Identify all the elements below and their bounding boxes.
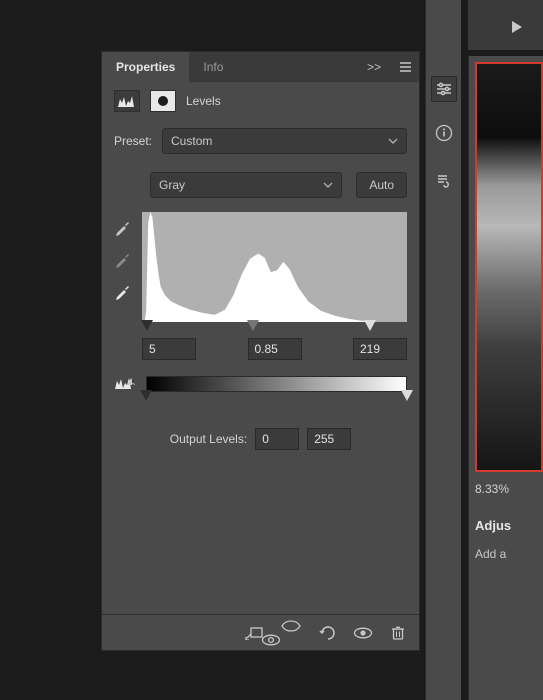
panel-footer [102, 614, 419, 650]
input-levels-row: 5 0.85 219 [142, 338, 407, 360]
output-section [114, 376, 407, 404]
layer-mask-icon[interactable] [150, 90, 176, 112]
output-low-input[interactable]: 0 [255, 428, 299, 450]
channel-row: Gray Auto [114, 172, 407, 198]
tool-header [468, 0, 543, 50]
output-high-marker[interactable] [401, 390, 413, 401]
zoom-level: 8.33% [475, 482, 543, 496]
panel-tabbar: Properties Info >> [102, 52, 419, 82]
clone-stamp-icon[interactable] [431, 168, 457, 194]
histogram-column: 5 0.85 219 [142, 212, 407, 360]
reset-icon[interactable] [319, 626, 335, 640]
eyedropper-black-icon[interactable] [114, 218, 132, 236]
auto-button[interactable]: Auto [356, 172, 407, 198]
clip-warning-icon[interactable] [114, 376, 136, 394]
panel-content: Levels Preset: Custom Gray Auto [102, 82, 419, 614]
output-low-marker[interactable] [140, 390, 152, 401]
image-strip: 8.33% Adjus Add a [468, 56, 543, 700]
preset-value: Custom [171, 134, 212, 148]
add-adjustment-label: Add a [475, 547, 543, 561]
highlight-marker[interactable] [364, 320, 376, 331]
visibility-icon[interactable] [353, 626, 373, 640]
histogram-section: 5 0.85 219 [114, 212, 407, 360]
shadow-marker[interactable] [141, 320, 153, 331]
input-slider[interactable] [142, 320, 407, 334]
shadow-input[interactable]: 5 [142, 338, 196, 360]
highlight-input[interactable]: 219 [353, 338, 407, 360]
eyedropper-gray-icon[interactable] [114, 250, 132, 268]
properties-panel: Properties Info >> Levels Preset: Custom [101, 51, 420, 651]
panel-menu-icon[interactable] [389, 61, 419, 73]
midtone-marker[interactable] [247, 320, 259, 331]
adjustments-icon[interactable] [431, 76, 457, 102]
chevron-down-icon [388, 138, 398, 144]
output-levels-label: Output Levels: [170, 432, 247, 446]
trash-icon[interactable] [391, 625, 405, 641]
adjustment-name-label: Levels [186, 94, 221, 108]
output-high-input[interactable]: 255 [307, 428, 351, 450]
midtone-input[interactable]: 0.85 [248, 338, 302, 360]
channel-select[interactable]: Gray [150, 172, 342, 198]
image-thumbnail[interactable] [475, 62, 543, 472]
eyedropper-white-icon[interactable] [114, 282, 132, 300]
adjustments-heading: Adjus [475, 518, 543, 533]
tab-info[interactable]: Info [189, 52, 237, 82]
chevron-double-icon: >> [367, 60, 381, 74]
info-icon[interactable] [431, 120, 457, 146]
output-levels-row: Output Levels: 0 255 [114, 428, 407, 450]
panel-collapse-button[interactable]: >> [359, 60, 389, 74]
adjustment-header: Levels [114, 90, 407, 112]
tab-properties[interactable]: Properties [102, 52, 189, 82]
output-slider[interactable] [146, 390, 407, 404]
preset-row: Preset: Custom [114, 128, 407, 154]
auto-label: Auto [369, 178, 394, 192]
view-previous-icon[interactable] [281, 619, 301, 647]
eyedropper-column [114, 212, 132, 360]
right-tool-strip [425, 0, 461, 700]
play-icon[interactable] [503, 14, 529, 40]
output-gradient-wrap [146, 376, 407, 404]
chevron-down-icon [323, 182, 333, 188]
channel-value: Gray [159, 178, 185, 192]
preset-label: Preset: [114, 134, 152, 148]
histogram[interactable] [142, 212, 407, 322]
preset-select[interactable]: Custom [162, 128, 407, 154]
levels-histogram-icon[interactable] [114, 90, 140, 112]
